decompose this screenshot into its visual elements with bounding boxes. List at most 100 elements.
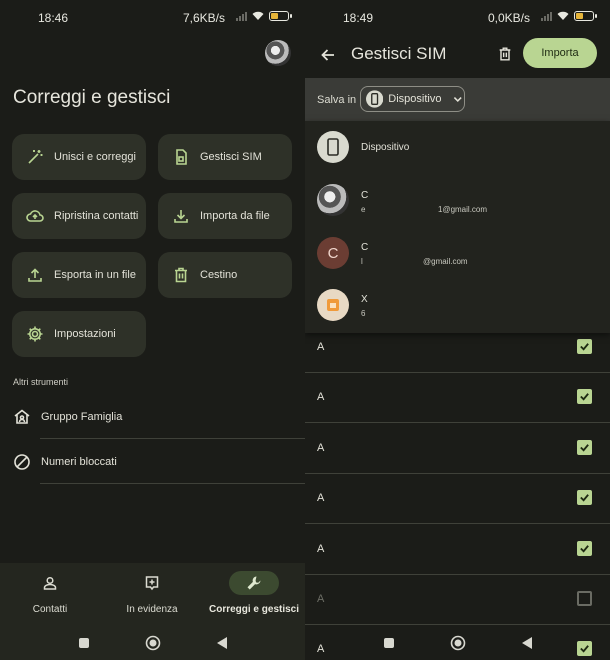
import-file-label: Importa da file [200,210,270,222]
list-item[interactable]: A [305,424,610,474]
page-title: Gestisci SIM [351,44,447,63]
list-item[interactable]: A [305,525,610,575]
manage-sim-button[interactable]: Gestisci SIM [158,134,292,180]
page-title: Correggi e gestisci [13,87,171,108]
right-screen: 18:49 0,0KB/s Gestisci SIM Importa Salva… [305,0,610,660]
dropdown-item-title: C [361,190,369,201]
dropdown-item-account[interactable]: C e 1@gmail.com [305,174,610,226]
wifi-icon [252,11,264,20]
settings-label: Impostazioni [54,328,116,340]
back-triangle-icon[interactable] [216,636,228,650]
avatar [317,184,349,216]
dropdown-item-title: Dispositivo [361,142,410,153]
merge-fix-button[interactable]: Unisci e correggi [12,134,146,180]
sim-avatar-icon [317,289,349,321]
contact-name: A [317,442,325,454]
upload-icon [28,268,42,282]
nav-highlights[interactable]: In evidenza [102,563,202,625]
check-icon [580,393,589,401]
home-icon[interactable] [450,635,466,651]
trash-icon [499,47,511,61]
status-bar: 18:49 0,0KB/s [305,0,610,34]
dropdown-item-subtitle: e [361,205,366,214]
trash-icon [175,267,187,283]
bottom-navigation: Contatti In evidenza Correggi e gestisci [0,563,305,625]
dropdown-item-email: 1@gmail.com [438,205,488,214]
family-home-icon [14,408,30,424]
delete-button[interactable] [495,44,515,64]
manage-sim-label: Gestisci SIM [200,151,262,163]
dropdown-item-account[interactable]: C C l @gmail.com [305,227,610,279]
dropdown-item-title: X [361,294,368,305]
export-file-label: Esporta in un file [54,269,136,281]
dropdown-item-device[interactable]: Dispositivo [305,121,610,173]
other-tools-header: Altri strumenti [13,377,69,387]
save-target-value: Dispositivo [388,93,442,105]
restore-contacts-button[interactable]: Ripristina contatti [12,193,146,239]
divider [40,483,305,484]
avatar: C [317,237,349,269]
back-triangle-icon[interactable] [521,636,533,650]
contact-checkbox[interactable] [577,591,592,606]
contact-checkbox[interactable] [577,440,592,455]
check-icon [580,494,589,502]
import-file-button[interactable]: Importa da file [158,193,292,239]
cloud-restore-icon [26,210,44,222]
blocked-numbers-item[interactable]: Numeri bloccati [0,439,305,484]
nav-contacts[interactable]: Contatti [0,563,100,625]
account-avatar[interactable] [265,40,291,66]
magic-wand-icon [28,150,43,164]
export-file-button[interactable]: Esporta in un file [12,252,146,298]
status-time: 18:49 [343,11,374,25]
dropdown-item-email: @gmail.com [423,257,468,266]
contact-checkbox[interactable] [577,389,592,404]
restore-contacts-label: Ripristina contatti [54,210,139,222]
family-group-label: Gruppo Famiglia [41,410,123,423]
blocked-numbers-label: Numeri bloccati [41,455,117,468]
merge-fix-label: Unisci e correggi [54,151,136,163]
back-button[interactable] [317,44,339,66]
save-in-bar: Salva in Dispositivo [305,78,610,121]
left-screen: 18:46 7,6KB/s Correggi e gestisci Unisci… [0,0,305,660]
status-time: 18:46 [38,11,69,25]
contact-checkbox[interactable] [577,339,592,354]
nav-fix-manage[interactable]: Correggi e gestisci [203,563,305,625]
status-netspeed: 7,6KB/s [182,11,225,25]
family-group-item[interactable]: Gruppo Famiglia [0,394,305,439]
settings-button[interactable]: Impostazioni [12,311,146,357]
check-icon [580,343,589,351]
dropdown-item-subtitle: l [361,257,363,266]
contact-name: A [317,341,325,353]
list-item[interactable]: A [305,575,610,625]
arrow-back-icon [321,49,334,61]
phone-icon [317,131,349,163]
save-target-select[interactable]: Dispositivo [360,86,465,112]
recents-icon[interactable] [383,637,395,649]
home-icon[interactable] [145,635,161,651]
status-icons [236,11,292,21]
highlight-icon [145,576,159,591]
person-icon [43,576,57,590]
contact-name: A [317,492,325,504]
dropdown-item-sim[interactable]: X 6 [305,279,610,331]
contact-checkbox[interactable] [577,490,592,505]
signal-icon [541,11,552,21]
blocked-icon [14,453,30,470]
recents-icon[interactable] [78,637,90,649]
status-netspeed: 0,0KB/s [487,11,530,25]
contact-name: A [317,543,325,555]
sim-card-icon [176,149,187,165]
battery-icon [574,11,597,21]
save-in-label: Salva in [317,94,357,106]
download-icon [174,210,188,223]
status-bar: 18:46 7,6KB/s [0,0,305,34]
system-navigation [305,625,610,660]
contact-checkbox[interactable] [577,541,592,556]
trash-button[interactable]: Cestino [158,252,292,298]
import-button[interactable]: Importa [523,38,597,68]
list-item[interactable]: A [305,474,610,524]
trash-label: Cestino [200,269,238,281]
signal-icon [236,11,247,21]
gear-icon [27,326,43,342]
list-item[interactable]: A [305,373,610,423]
